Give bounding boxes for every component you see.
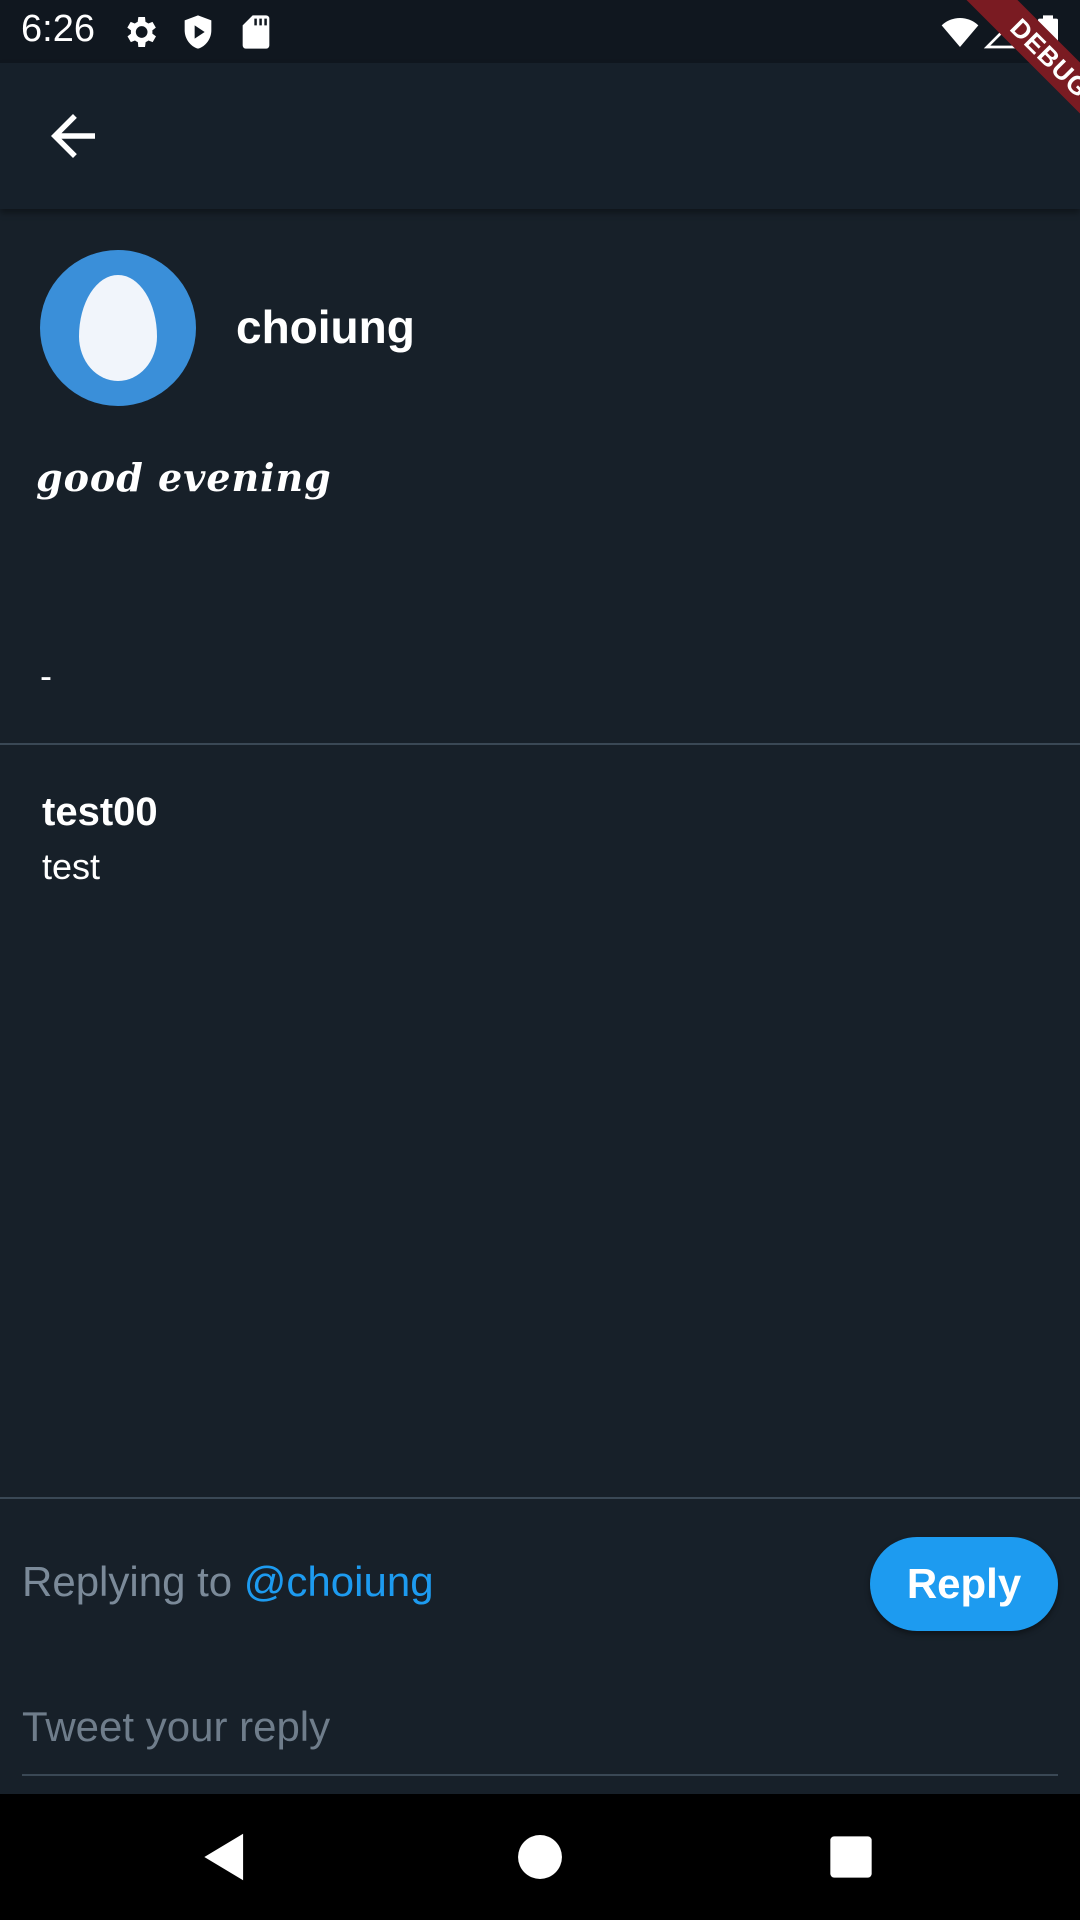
- status-bar: 6:26: [0, 0, 1080, 63]
- reply-text: test: [42, 846, 101, 887]
- sd-card-icon: [242, 15, 270, 49]
- status-time: 6:26: [21, 8, 95, 50]
- home-circle-icon[interactable]: [509, 1826, 571, 1888]
- reply-input[interactable]: [22, 1680, 1058, 1776]
- nav-bar: [0, 1794, 1080, 1920]
- tweet-meta: -: [40, 655, 52, 696]
- arrow-left-icon[interactable]: [40, 103, 106, 169]
- composer-divider: [0, 1497, 1080, 1499]
- replying-prefix: Replying to: [22, 1558, 244, 1605]
- wifi-icon: [941, 18, 979, 47]
- shield-play-icon: [184, 15, 212, 49]
- reply-button[interactable]: Reply: [870, 1537, 1058, 1631]
- signal-icon: [983, 13, 1019, 49]
- divider: [0, 743, 1080, 745]
- back-triangle-icon[interactable]: [194, 1826, 256, 1888]
- battery-icon: [1038, 15, 1058, 49]
- replying-handle-link[interactable]: @choiung: [244, 1558, 434, 1605]
- gear-icon: [127, 17, 156, 47]
- app-bar: [0, 63, 1080, 209]
- replying-to-label: Replying to @choiung: [22, 1558, 434, 1606]
- reply-username: test00: [42, 790, 158, 834]
- tweet-author[interactable]: choiung: [236, 300, 415, 354]
- tweet-text: good evening: [36, 455, 332, 500]
- recents-square-icon[interactable]: [820, 1826, 882, 1888]
- avatar[interactable]: [40, 250, 196, 406]
- egg-icon: [79, 275, 157, 381]
